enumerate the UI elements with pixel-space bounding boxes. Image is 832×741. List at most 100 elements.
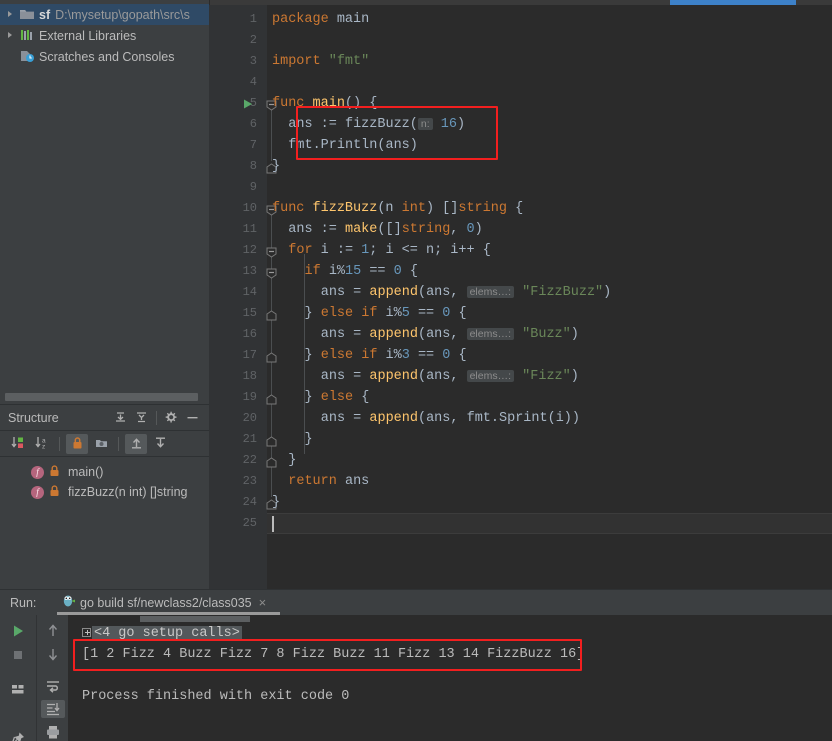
code-token: (ans, [417,285,467,300]
project-horizontal-scrollbar[interactable] [0,390,209,404]
code-line[interactable]: for i := 1; i <= n; i++ { [288,240,491,261]
code-line[interactable]: ans = append(ans, elems…: "Buzz") [321,324,579,345]
code-token: == [409,306,443,321]
code-line[interactable]: ans := make([]string, 0) [288,219,482,240]
code-line[interactable]: ans = append(ans, elems…: "Fizz") [321,366,579,387]
code-line[interactable]: return ans [288,471,369,492]
group-by-folder-icon[interactable] [90,434,112,454]
code-token: main [336,12,370,27]
code-line[interactable]: func fizzBuzz(n int) []string { [272,198,523,219]
hide-panel-icon[interactable] [182,408,203,428]
scroll-to-source-icon[interactable] [149,434,171,454]
code-token: 15 [345,264,362,279]
folder-icon [19,7,36,23]
code-line[interactable]: ans = append(ans, fmt.Sprint(i)) [321,408,580,429]
parameter-hint: elems…: [466,370,515,382]
layout-icon[interactable] [6,680,30,698]
fold-region-end-icon[interactable] [266,350,278,371]
toolbar-separator [59,436,60,451]
structure-toolbar: a z [0,431,209,457]
code-token: { [450,348,467,363]
project-tool-window: sf D:\mysetup\gopath\src\s External Libra… [0,0,209,390]
code-line[interactable]: if i%15 == 0 { [305,261,418,282]
fold-region-end-icon[interactable] [266,392,278,413]
code-token: , [450,222,467,237]
project-tree-item-scratches[interactable]: Scratches and Consoles [0,46,209,67]
highlight-box-console-output [73,639,582,671]
code-token: } [288,453,297,468]
scroll-to-end-icon[interactable] [40,700,65,718]
code-line[interactable]: } [288,450,296,471]
scroll-from-source-icon[interactable] [125,433,147,454]
code-token: func [272,201,313,216]
code-token: append [369,327,418,342]
settings-gear-icon[interactable] [161,408,182,428]
down-arrow-icon[interactable] [41,645,65,663]
run-console-toolbar [36,615,68,741]
sort-by-visibility-icon[interactable] [7,434,29,454]
line-number: 25 [242,516,257,530]
run-icon[interactable] [6,622,30,640]
fold-region-end-icon[interactable] [266,434,278,455]
show-non-public-lock-icon[interactable] [66,433,88,454]
project-tree-item-external-libraries[interactable]: External Libraries [0,25,209,46]
console-exit-line: Process finished with exit code 0 [82,686,349,707]
lock-icon [49,464,62,480]
line-number: 21 [242,432,257,446]
expand-fold-icon[interactable] [82,627,91,637]
soft-wrap-icon[interactable] [41,677,65,695]
line-number: 12 [242,243,257,257]
fold-region-end-icon[interactable] [266,455,278,476]
code-token: Sprint [499,411,548,426]
collapse-all-icon[interactable] [131,408,152,428]
code-line[interactable]: } else if i%5 == 0 { [305,303,467,324]
code-line[interactable]: ans = append(ans, elems…: "FizzBuzz") [321,282,612,303]
project-tree-label-scratches: Scratches and Consoles [39,49,175,64]
function-icon: f [31,485,44,499]
run-tab-title: go build sf/newclass2/class035 [80,595,252,610]
chevron-right-icon[interactable] [4,8,18,22]
code-line[interactable]: } else if i%3 == 0 { [305,345,467,366]
console-horizontal-scrollbar[interactable] [140,616,250,622]
code-line[interactable]: } else { [305,387,370,408]
fold-collapse-icon[interactable] [266,245,278,266]
run-console-output[interactable]: <4 go setup calls> [1 2 Fizz 4 Buzz Fizz… [68,615,832,741]
ide-window: sf D:\mysetup\gopath\src\s External Libra… [0,0,832,741]
pin-icon[interactable] [6,730,30,741]
line-number: 2 [249,33,257,47]
up-arrow-icon[interactable] [41,622,65,640]
stop-icon[interactable] [6,646,30,664]
code-token: else [320,390,362,405]
expand-all-icon[interactable] [110,408,131,428]
line-number: 7 [249,138,257,152]
code-token: ans = [320,285,370,300]
project-tree-item-sf[interactable]: sf D:\mysetup\gopath\src\s [0,4,209,25]
code-line[interactable]: import "fmt" [272,51,369,72]
line-number: 16 [242,327,257,341]
code-token: ans := [288,222,345,237]
line-number: 4 [249,75,257,89]
line-number: 11 [242,222,257,236]
structure-item-main[interactable]: f main() [0,462,209,482]
code-line[interactable]: } [272,156,280,177]
run-window-label: Run: [10,595,37,610]
sort-alphabetically-icon[interactable]: a z [31,434,53,454]
close-icon[interactable]: × [259,596,267,609]
code-token: make [344,222,378,237]
code-line[interactable]: package main [272,9,369,30]
code-token: } [304,306,321,321]
code-token: append [369,369,418,384]
code-line[interactable]: } [272,492,280,513]
code-line[interactable]: } [305,429,313,450]
print-icon[interactable] [41,723,65,741]
fold-region-end-icon[interactable] [266,308,278,329]
code-editor[interactable]: 1 package main 2 3 import "fmt" 4 5 func main()… [209,5,832,589]
chevron-right-icon[interactable] [4,29,18,43]
structure-item-label: fizzBuzz(n int) []string [68,485,188,499]
fold-collapse-icon[interactable] [266,266,278,287]
structure-item-fizzbuzz[interactable]: f fizzBuzz(n int) []string [0,482,209,502]
code-token: else if [320,348,386,363]
project-scrollbar-thumb[interactable] [5,393,198,401]
